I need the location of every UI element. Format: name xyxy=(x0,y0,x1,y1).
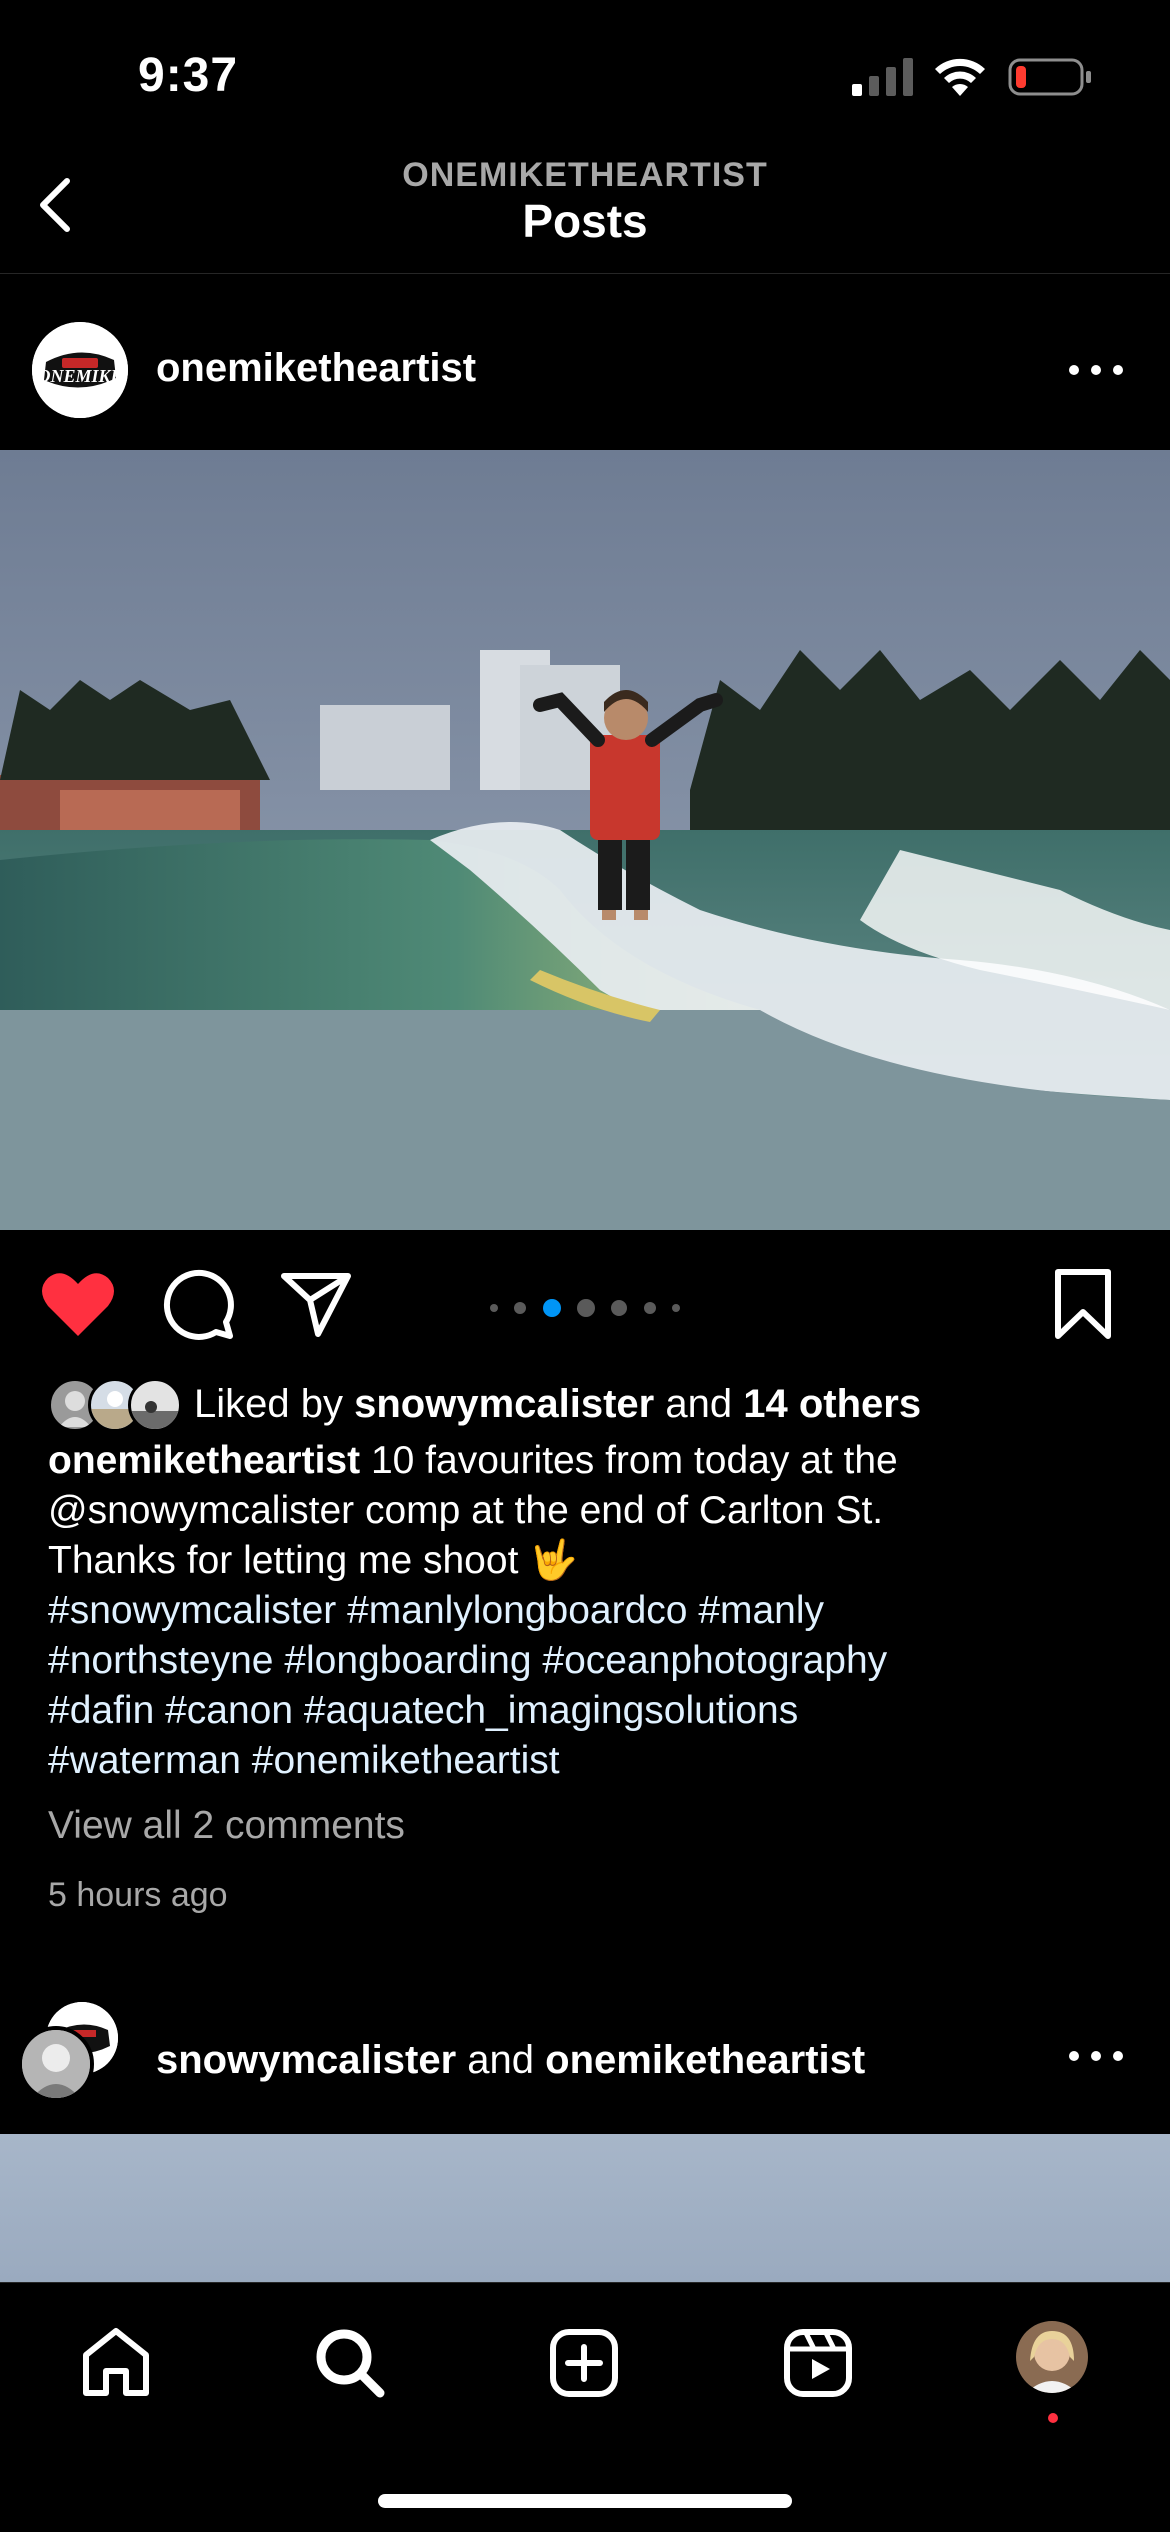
onemike-logo: ONEMIKE xyxy=(32,322,128,418)
liked-by-and: and xyxy=(665,1381,733,1426)
tab-reels[interactable] xyxy=(778,2323,858,2403)
liked-by-user[interactable]: snowymcalister xyxy=(354,1382,654,1427)
carousel-dot xyxy=(611,1300,628,1316)
post-username[interactable]: onemiketheartist xyxy=(156,346,476,391)
tab-home[interactable] xyxy=(76,2323,156,2403)
carousel-indicator xyxy=(490,1296,680,1320)
collab-and: and xyxy=(467,2038,535,2082)
carousel-dot xyxy=(490,1304,498,1312)
liked-by-others[interactable]: 14 others xyxy=(743,1382,921,1427)
account-label: ONEMIKETHEARTIST xyxy=(402,156,768,194)
liked-by[interactable]: Liked by snowymcalister and 14 others xyxy=(48,1372,921,1436)
home-icon xyxy=(83,2328,149,2396)
avatar xyxy=(1016,2321,1088,2393)
post-caption: onemiketheartist 10 favourites from toda… xyxy=(48,1436,1128,1786)
hashtags-line[interactable]: #waterman #onemiketheartist xyxy=(48,1736,1128,1786)
caption-text-line: @snowymcalister comp at the end of Carlt… xyxy=(48,1489,884,1532)
post-photo[interactable] xyxy=(0,2134,1170,2282)
heart-filled-icon[interactable] xyxy=(40,1270,116,1338)
plus-square-icon xyxy=(550,2329,618,2397)
battery-low-icon xyxy=(1008,58,1091,96)
more-button[interactable] xyxy=(1056,2036,1136,2076)
paper-plane-icon[interactable] xyxy=(280,1270,352,1338)
comment-icon[interactable] xyxy=(162,1268,234,1340)
tab-search[interactable] xyxy=(310,2323,390,2403)
surfing-photo xyxy=(0,450,1170,1230)
caption-text-line: Thanks for letting me shoot 🤟 xyxy=(48,1539,578,1582)
carousel-dot xyxy=(643,1302,656,1314)
view-comments-link[interactable]: View all 2 comments xyxy=(48,1804,405,1848)
carousel-dot-active xyxy=(542,1299,561,1317)
carousel-dot xyxy=(671,1304,680,1312)
post-actions xyxy=(0,1230,1170,1370)
tab-profile[interactable] xyxy=(1016,2321,1088,2393)
tab-create[interactable] xyxy=(544,2323,624,2403)
bookmark-icon[interactable] xyxy=(1052,1268,1114,1340)
caption-author[interactable]: onemiketheartist xyxy=(48,1439,360,1482)
post-collab-usernames[interactable]: snowymcalister and onemiketheartist xyxy=(156,2038,865,2083)
collab-user-2[interactable]: onemiketheartist xyxy=(545,2038,865,2082)
post-header: snowymcalister and onemiketheartist xyxy=(0,1990,1170,2136)
hashtags-line[interactable]: #dafin #canon #aquatech_imagingsolutions xyxy=(48,1686,1128,1736)
post-timestamp: 5 hours ago xyxy=(48,1876,228,1914)
page-title: Posts xyxy=(522,195,648,247)
collab-user-1[interactable]: snowymcalister xyxy=(156,2038,456,2082)
carousel-dot xyxy=(514,1302,527,1314)
svg-text:ONEMIKE: ONEMIKE xyxy=(37,366,122,386)
hashtags-line[interactable]: #snowymcalister #manlylongboardco #manly xyxy=(48,1586,1128,1636)
wifi-icon xyxy=(935,58,985,96)
post-header: ONEMIKE onemiketheartist xyxy=(0,276,1170,448)
hashtags-line[interactable]: #northsteyne #longboarding #oceanphotogr… xyxy=(48,1636,1128,1686)
status-bar: 9:37 xyxy=(0,0,1170,150)
avatar[interactable] xyxy=(18,2026,94,2102)
caption-text-line: 10 favourites from today at the xyxy=(370,1439,898,1482)
liker-avatars xyxy=(48,1376,182,1432)
avatar xyxy=(128,1378,182,1432)
notification-dot xyxy=(1048,2413,1058,2423)
home-indicator xyxy=(378,2494,792,2508)
search-icon xyxy=(316,2329,385,2398)
post-photo[interactable] xyxy=(0,450,1170,1230)
nav-header: ONEMIKETHEARTIST Posts xyxy=(0,150,1170,274)
liked-by-prefix: Liked by xyxy=(194,1381,343,1426)
more-horizontal-icon xyxy=(1069,2051,1123,2061)
cellular-signal-icon xyxy=(852,58,913,96)
reels-icon xyxy=(784,2329,852,2397)
more-button[interactable] xyxy=(1056,350,1136,390)
status-time: 9:37 xyxy=(138,49,239,102)
more-horizontal-icon xyxy=(1069,365,1123,375)
carousel-dot xyxy=(576,1299,595,1317)
avatar[interactable]: ONEMIKE xyxy=(32,322,128,418)
